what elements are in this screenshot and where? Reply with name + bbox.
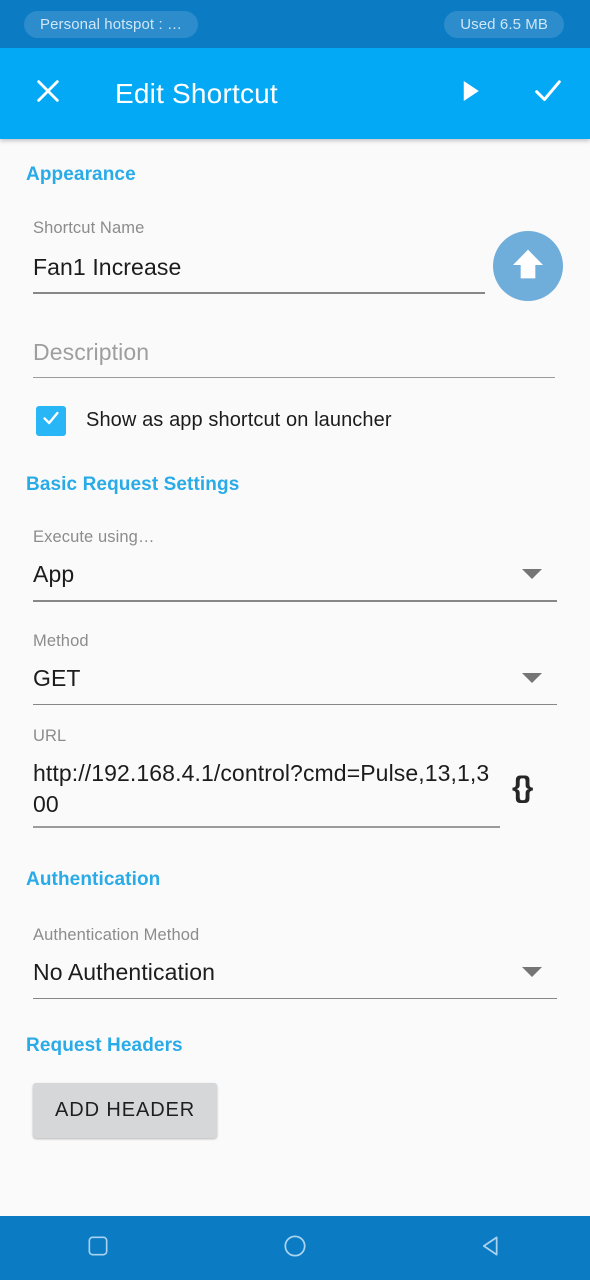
status-hotspot-pill: Personal hotspot : … bbox=[24, 10, 199, 38]
execute-using-label: Execute using… bbox=[33, 527, 155, 546]
settings-scroll-area[interactable]: Appearance Shortcut Name Fan1 Increase D… bbox=[0, 139, 590, 1216]
section-heading-appearance: Appearance bbox=[26, 164, 136, 185]
url-label: URL bbox=[33, 727, 67, 746]
description-underline bbox=[33, 376, 555, 378]
shortcut-icon-button[interactable] bbox=[493, 231, 563, 301]
play-icon bbox=[455, 76, 485, 111]
description-input[interactable]: Description bbox=[0, 294, 590, 366]
circle-home-icon bbox=[281, 1232, 309, 1265]
section-heading-basic-request: Basic Request Settings bbox=[26, 473, 240, 495]
authentication-method-dropdown[interactable]: No Authentication bbox=[0, 945, 590, 988]
show-on-launcher-label: Show as app shortcut on launcher bbox=[86, 409, 392, 432]
close-icon bbox=[32, 75, 64, 112]
save-button[interactable] bbox=[528, 74, 568, 114]
triangle-back-icon bbox=[478, 1232, 506, 1265]
close-button[interactable] bbox=[28, 74, 68, 114]
authentication-method-value: No Authentication bbox=[33, 958, 215, 985]
checkmark-icon bbox=[40, 407, 62, 434]
page-title: Edit Shortcut bbox=[115, 77, 278, 109]
android-navigation-bar bbox=[0, 1216, 590, 1280]
url-input[interactable]: http://192.168.4.1/control?cmd=Pulse,13,… bbox=[0, 746, 590, 820]
status-data-usage-pill: Used 6.5 MB bbox=[444, 10, 564, 38]
run-shortcut-button[interactable] bbox=[450, 74, 490, 114]
show-on-launcher-row[interactable]: Show as app shortcut on launcher bbox=[0, 405, 590, 436]
authentication-method-label: Authentication Method bbox=[33, 925, 200, 944]
section-heading-authentication: Authentication bbox=[26, 868, 161, 890]
method-label: Method bbox=[33, 631, 89, 650]
chevron-down-icon bbox=[522, 673, 542, 684]
execute-using-dropdown[interactable]: App bbox=[0, 547, 590, 590]
status-bar: Personal hotspot : … Used 6.5 MB bbox=[0, 0, 590, 48]
chevron-down-icon bbox=[522, 569, 542, 580]
check-icon bbox=[531, 74, 565, 113]
chevron-down-icon bbox=[522, 967, 542, 978]
method-value: GET bbox=[33, 664, 81, 691]
add-header-button[interactable]: ADD HEADER bbox=[33, 1083, 218, 1139]
shortcut-name-label: Shortcut Name bbox=[33, 219, 145, 237]
arrow-up-icon bbox=[508, 244, 548, 289]
show-on-launcher-checkbox[interactable] bbox=[36, 405, 66, 436]
back-button[interactable] bbox=[393, 1216, 590, 1280]
method-dropdown[interactable]: GET bbox=[0, 651, 590, 694]
square-recents-icon bbox=[85, 1233, 111, 1264]
home-button[interactable] bbox=[197, 1216, 394, 1280]
section-heading-request-headers: Request Headers bbox=[26, 1035, 183, 1057]
recents-button[interactable] bbox=[0, 1216, 197, 1280]
url-variable-button[interactable]: {} bbox=[512, 771, 533, 805]
app-bar: Edit Shortcut bbox=[0, 48, 590, 139]
execute-using-value: App bbox=[33, 560, 75, 587]
